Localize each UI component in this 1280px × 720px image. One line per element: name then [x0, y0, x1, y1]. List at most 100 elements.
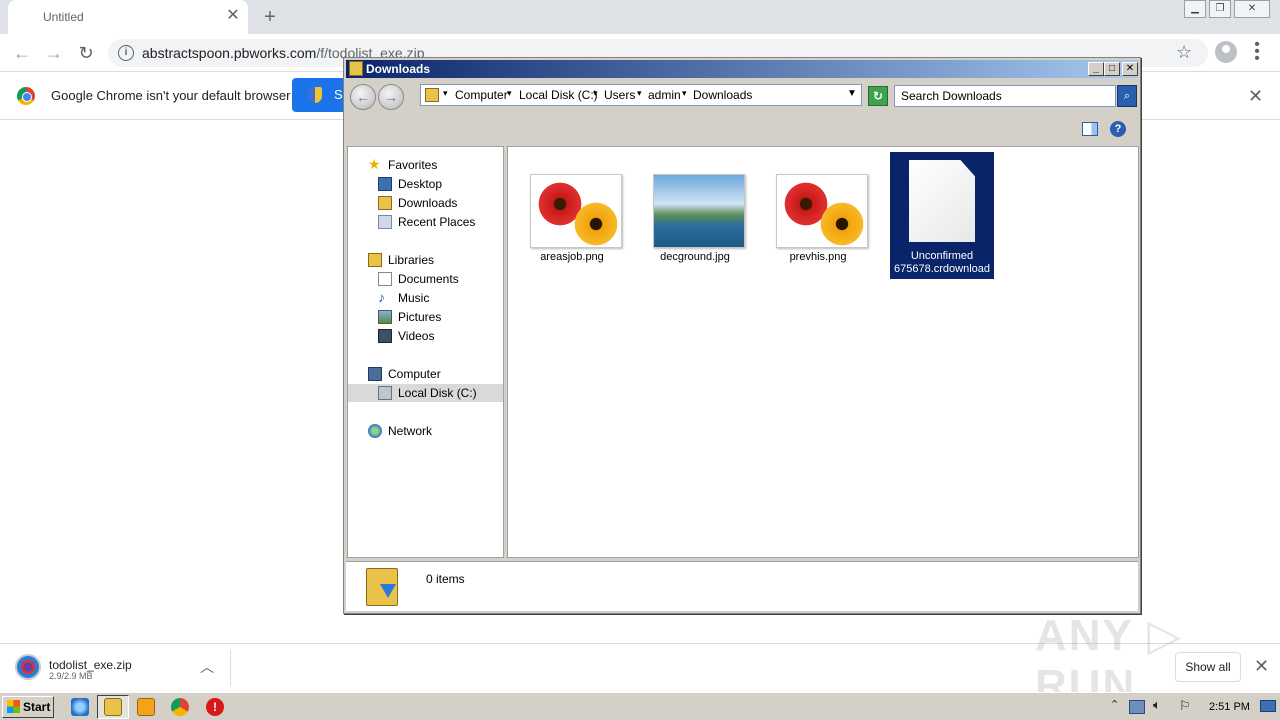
tray-expand-icon[interactable]: ⌃ — [1110, 698, 1119, 711]
reload-icon[interactable]: ↻ — [74, 41, 98, 65]
chrome-menu-icon[interactable]: • • • — [1252, 37, 1262, 67]
taskbar-clock[interactable]: 2:51 PM — [1209, 701, 1250, 713]
file-list-area[interactable]: areasjob.png decground.jpg prevhis.png U… — [507, 146, 1139, 558]
nav-documents[interactable]: Documents — [348, 270, 503, 288]
infobar-message: Google Chrome isn't your default browser — [51, 88, 291, 103]
nav-label: Documents — [398, 272, 459, 286]
libraries-icon — [368, 253, 382, 267]
nav-label: Downloads — [398, 196, 458, 210]
breadcrumb-admin[interactable]: admin — [648, 88, 681, 102]
restore-window-icon[interactable]: ❐ — [1209, 0, 1231, 18]
nav-computer[interactable]: Computer — [348, 365, 503, 383]
file-item[interactable]: areasjob.png — [520, 155, 624, 279]
nav-network[interactable]: Network — [348, 422, 503, 440]
search-icon[interactable]: ⌕ — [1117, 85, 1137, 107]
breadcrumb-arrow-icon[interactable]: ▾ — [593, 88, 598, 99]
media-player-icon[interactable] — [137, 698, 155, 716]
close-icon[interactable]: ✕ — [1122, 62, 1138, 76]
warning-stop-icon[interactable]: ! — [206, 698, 224, 716]
back-arrow-icon[interactable]: ← — [10, 41, 34, 65]
explorer-back-icon[interactable]: ← — [350, 84, 376, 110]
tab-close-icon[interactable]: ✕ — [224, 7, 242, 25]
breadcrumb-downloads[interactable]: Downloads — [693, 88, 752, 102]
set-as-default-label: S — [334, 87, 343, 102]
start-label: Start — [23, 700, 51, 714]
maximize-icon[interactable]: □ — [1104, 62, 1120, 76]
search-input[interactable]: Search Downloads — [894, 85, 1116, 107]
file-item[interactable]: decground.jpg — [643, 155, 747, 279]
file-name: areasjob.png — [540, 251, 604, 263]
chrome-taskbar-icon[interactable] — [171, 698, 189, 716]
explorer-titlebar[interactable]: Downloads _ □ ✕ — [346, 60, 1138, 78]
image-thumbnail-icon — [530, 174, 622, 248]
minimize-icon[interactable]: _ — [1088, 62, 1104, 76]
breadcrumb-local-disk[interactable]: Local Disk (C:) — [519, 88, 598, 102]
nav-downloads[interactable]: Downloads — [348, 194, 503, 212]
nav-recent-places[interactable]: Recent Places — [348, 213, 503, 231]
image-thumbnail-icon — [653, 174, 745, 248]
windows-logo-icon — [7, 700, 20, 713]
address-dropdown-icon[interactable]: ▼ — [847, 88, 857, 99]
bookmark-star-icon[interactable]: ☆ — [1176, 42, 1192, 63]
start-button[interactable]: Start — [2, 696, 54, 718]
volume-tray-icon[interactable]: 🔈︎ — [1153, 697, 1161, 713]
breadcrumb-computer[interactable]: Computer — [455, 88, 508, 102]
breadcrumb-arrow-icon[interactable]: ▾ — [443, 88, 448, 99]
download-arrow-icon — [380, 584, 396, 598]
taskbar-explorer-button[interactable] — [97, 695, 129, 719]
tab-title: Untitled — [43, 10, 84, 24]
nav-label: Recent Places — [398, 215, 476, 229]
show-desktop-icon[interactable] — [1260, 700, 1276, 712]
refresh-icon[interactable]: ↻ — [868, 86, 888, 106]
file-item[interactable]: prevhis.png — [766, 155, 870, 279]
yellow-flower-shape — [573, 201, 619, 247]
local-disk-icon — [378, 386, 392, 400]
blank-document-icon — [909, 160, 975, 242]
help-icon[interactable]: ? — [1110, 121, 1126, 137]
file-name: decground.jpg — [660, 251, 730, 263]
profile-avatar-icon[interactable] — [1215, 41, 1237, 63]
breadcrumb-arrow-icon[interactable]: ▾ — [682, 88, 687, 99]
breadcrumb-arrow-icon[interactable]: ▾ — [507, 88, 512, 99]
nav-desktop[interactable]: Desktop — [348, 175, 503, 193]
music-icon: ♪ — [378, 289, 385, 305]
breadcrumb-users[interactable]: Users — [604, 88, 635, 102]
network-tray-icon[interactable] — [1129, 700, 1145, 714]
minimize-window-icon[interactable]: ▁ — [1184, 0, 1206, 18]
nav-libraries[interactable]: Libraries — [348, 251, 503, 269]
shelf-close-icon[interactable]: ✕ — [1254, 656, 1269, 677]
folder-icon — [425, 88, 439, 102]
explorer-forward-icon[interactable]: → — [378, 84, 404, 110]
explorer-address-bar[interactable]: ▾ Computer ▾ Local Disk (C:) ▾ Users ▾ a… — [420, 84, 862, 106]
chevron-up-icon[interactable]: ︿ — [200, 657, 214, 677]
browser-tab[interactable]: Untitled ✕ — [8, 0, 248, 34]
site-info-icon[interactable]: i — [118, 45, 134, 61]
computer-icon — [368, 367, 382, 381]
videos-icon — [378, 329, 392, 343]
infobar-close-icon[interactable]: ✕ — [1248, 86, 1263, 107]
new-tab-button[interactable]: + — [258, 5, 282, 29]
close-window-icon[interactable]: ✕ — [1234, 0, 1270, 18]
nav-favorites[interactable]: ★ Favorites — [348, 156, 503, 174]
forward-arrow-icon[interactable]: → — [42, 41, 66, 65]
shelf-divider — [230, 650, 231, 686]
file-item-selected[interactable]: Unconfirmed 675678.crdownload — [890, 152, 994, 279]
show-all-button[interactable]: Show all — [1175, 652, 1241, 682]
nav-local-disk[interactable]: Local Disk (C:) — [348, 384, 503, 402]
nav-videos[interactable]: Videos — [348, 327, 503, 345]
explorer-window: Downloads _ □ ✕ ← → ▾ Computer ▾ Local D… — [343, 57, 1141, 614]
nav-music[interactable]: ♪ Music — [348, 289, 503, 307]
nav-label: Desktop — [398, 177, 443, 191]
documents-icon — [378, 272, 392, 286]
nav-label: Favorites — [388, 158, 438, 172]
preview-pane-icon[interactable] — [1082, 122, 1098, 136]
internet-explorer-icon[interactable] — [71, 698, 89, 716]
download-filename[interactable]: todolist_exe.zip — [49, 658, 132, 672]
action-center-flag-icon[interactable]: ⚐ — [1179, 698, 1191, 714]
url-host: abstractspoon.pbworks.com — [142, 45, 317, 61]
chrome-logo-icon — [17, 87, 35, 105]
desktop-icon — [378, 177, 392, 191]
winrar-archive-icon[interactable] — [15, 654, 41, 680]
breadcrumb-arrow-icon[interactable]: ▾ — [637, 88, 642, 99]
nav-pictures[interactable]: Pictures — [348, 308, 503, 326]
